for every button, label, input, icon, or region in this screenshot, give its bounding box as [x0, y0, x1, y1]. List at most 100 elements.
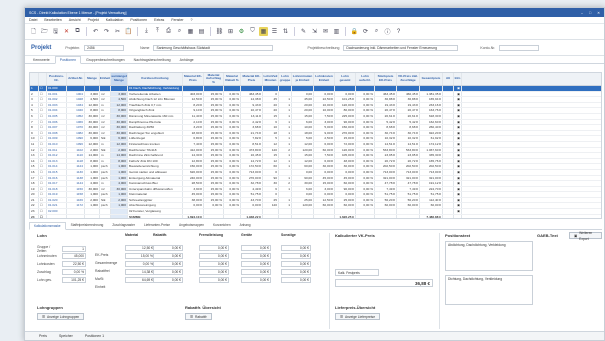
table-cell[interactable]: 20,47 €	[397, 108, 420, 113]
lohn-row-value[interactable]: 101,25 €	[62, 277, 86, 283]
table-cell[interactable]: Firstanschluss trocken	[128, 141, 183, 147]
table-cell[interactable]: 15,00 %	[204, 158, 224, 164]
table-cell[interactable]	[111, 86, 128, 91]
table-cell[interactable]: 15,00 %	[204, 141, 224, 147]
table-cell[interactable]: 233,16 €	[420, 102, 443, 108]
cut-icon[interactable]: ✂	[113, 27, 122, 36]
table-cell[interactable]: m²	[100, 119, 111, 125]
table-cell[interactable]: 02 Fenster, Verglasung	[128, 209, 183, 214]
table-cell[interactable]: 01.019	[47, 192, 67, 197]
table-cell[interactable]: 0,00 %	[224, 91, 241, 97]
table-cell[interactable]: 60,00 €	[420, 203, 443, 209]
table-cell[interactable]: 9,00 €	[314, 130, 335, 136]
table-cell[interactable]	[443, 181, 454, 186]
table-cell[interactable]: 1144	[67, 181, 85, 186]
table-cell[interactable]: Fallrohr Zink DN 100	[128, 158, 183, 164]
table-cell[interactable]: 12,000	[85, 102, 100, 108]
table-cell[interactable]: 0,00 %	[224, 136, 241, 141]
table-cell[interactable]: 202,50 €	[375, 164, 397, 169]
column-header[interactable]: Gesamtangebot Menge	[111, 73, 128, 85]
table-cell[interactable]: 6,00 €	[314, 158, 335, 164]
table-cell[interactable]: 15,00 %	[204, 125, 224, 130]
lohn-row-value[interactable]: 45,000	[62, 253, 86, 259]
table-cell[interactable]: 5,42 €	[397, 119, 420, 125]
table-cell[interactable]: 47,78 €	[397, 181, 420, 186]
table-cell[interactable]: 20,00	[292, 108, 314, 113]
table-cell[interactable]: 5,00 €	[314, 125, 335, 130]
table-cell[interactable]: m	[100, 141, 111, 147]
table-cell[interactable]: 36,88 €	[397, 97, 420, 102]
table-cell[interactable]: 101,25 €	[335, 97, 356, 102]
table-cell[interactable]: 7,50 €	[314, 113, 335, 119]
table-cell[interactable]: ☐	[39, 97, 47, 102]
column-header[interactable]: Material Rabatt %	[224, 73, 241, 85]
table-cell[interactable]: 47,78 €	[375, 181, 397, 186]
table-cell[interactable]: 51,75 €	[397, 192, 420, 197]
table-cell[interactable]: 0,00 %	[224, 153, 241, 158]
table-cell[interactable]: 618,30 €	[420, 113, 443, 119]
table-cell[interactable]: 4,500	[85, 97, 100, 102]
table-cell[interactable]: 9,43 €	[241, 102, 263, 108]
table-cell[interactable]: 01.011	[47, 147, 67, 153]
table-cell[interactable]: 13,11 €	[241, 113, 263, 119]
table-cell[interactable]: 15,00 %	[204, 192, 224, 197]
table-cell[interactable]: 18,90 €	[183, 130, 204, 136]
table-cell[interactable]: 12,000	[111, 102, 128, 108]
table-cell[interactable]: 0,00 %	[224, 147, 241, 153]
table-cell[interactable]: 1.948,22 €	[241, 214, 263, 218]
table-cell[interactable]: 30,000	[85, 119, 100, 125]
table-cell[interactable]: 1	[279, 153, 292, 158]
gaeb-export-button[interactable]: ▣ Weiteren Export	[569, 231, 602, 241]
table-cell[interactable]	[443, 113, 454, 119]
table-cell[interactable]	[279, 86, 292, 91]
table-cell[interactable]: 90,00	[292, 175, 314, 181]
table-cell[interactable]: 0,00 %	[224, 181, 241, 186]
table-cell[interactable]: m²	[100, 186, 111, 192]
table-cell[interactable]: 32,78 €	[241, 181, 263, 186]
table-cell[interactable]: 1096	[67, 141, 85, 147]
calculator-icon[interactable]: ▦	[259, 27, 268, 36]
table-cell[interactable]: 11	[30, 141, 39, 147]
table-cell[interactable]: 01.007	[47, 125, 67, 130]
new-icon[interactable]: 🗋	[29, 27, 38, 36]
table-cell[interactable]	[356, 214, 375, 218]
save-icon[interactable]: 🖫	[51, 27, 60, 36]
table-cell[interactable]: 10,47 €	[241, 108, 263, 113]
table-cell[interactable]: ▣	[454, 86, 462, 91]
insert-row-icon[interactable]: ⤓	[142, 27, 151, 36]
table-cell[interactable]	[204, 209, 224, 214]
table-cell[interactable]: 8,000	[85, 158, 100, 164]
tab-zuschlagsraster[interactable]: Zuschlagsraster	[108, 222, 139, 229]
fremdleistung-value[interactable]: 0,00 €	[199, 253, 229, 259]
table-cell[interactable]: 1158	[67, 192, 85, 197]
table-cell[interactable]: 30,000	[111, 119, 128, 125]
table-cell[interactable]: 270,00 €	[335, 130, 356, 136]
table-cell[interactable]	[443, 97, 454, 102]
table-cell[interactable]: 321,00 €	[420, 175, 443, 181]
menu-kalkulation[interactable]: Kalkulation	[106, 18, 124, 22]
menu-bearbeiten[interactable]: Bearbeiten	[44, 18, 61, 22]
column-header[interactable]: Stückpreis EK-Preis	[375, 73, 397, 85]
table-cell[interactable]: ▣	[454, 97, 462, 102]
table-cell[interactable]: 0,00 %	[356, 186, 375, 192]
table-cell[interactable]: 0	[263, 192, 279, 197]
table-cell[interactable]: 2,42 €	[241, 119, 263, 125]
table-cell[interactable]	[443, 136, 454, 141]
table-cell[interactable]: 72,00 €	[335, 141, 356, 147]
column-header[interactable]: Menge	[85, 73, 100, 85]
fremdleistung-value[interactable]: 0,00 €	[199, 261, 229, 267]
table-cell[interactable]: 0,00 %	[224, 97, 241, 102]
table-cell[interactable]: Entsorgung Altmaterial	[128, 175, 183, 181]
table-cell[interactable]: 0,00 %	[224, 192, 241, 197]
table-cell[interactable]: 25,00	[292, 197, 314, 203]
table-cell[interactable]: 15,00 %	[204, 181, 224, 186]
table-cell[interactable]: 30,000	[85, 186, 100, 192]
list-icon[interactable]: ☰	[270, 27, 279, 36]
table-cell[interactable]: 1	[279, 175, 292, 181]
table-cell[interactable]: 45	[263, 97, 279, 102]
table-cell[interactable]: ▣	[454, 141, 462, 147]
column-header[interactable]: Lohn gruppe	[279, 73, 292, 85]
table-cell[interactable]	[279, 192, 292, 197]
sonstige-value[interactable]: 0,00 €	[281, 261, 311, 267]
table-cell[interactable]: 2,000	[85, 147, 100, 153]
